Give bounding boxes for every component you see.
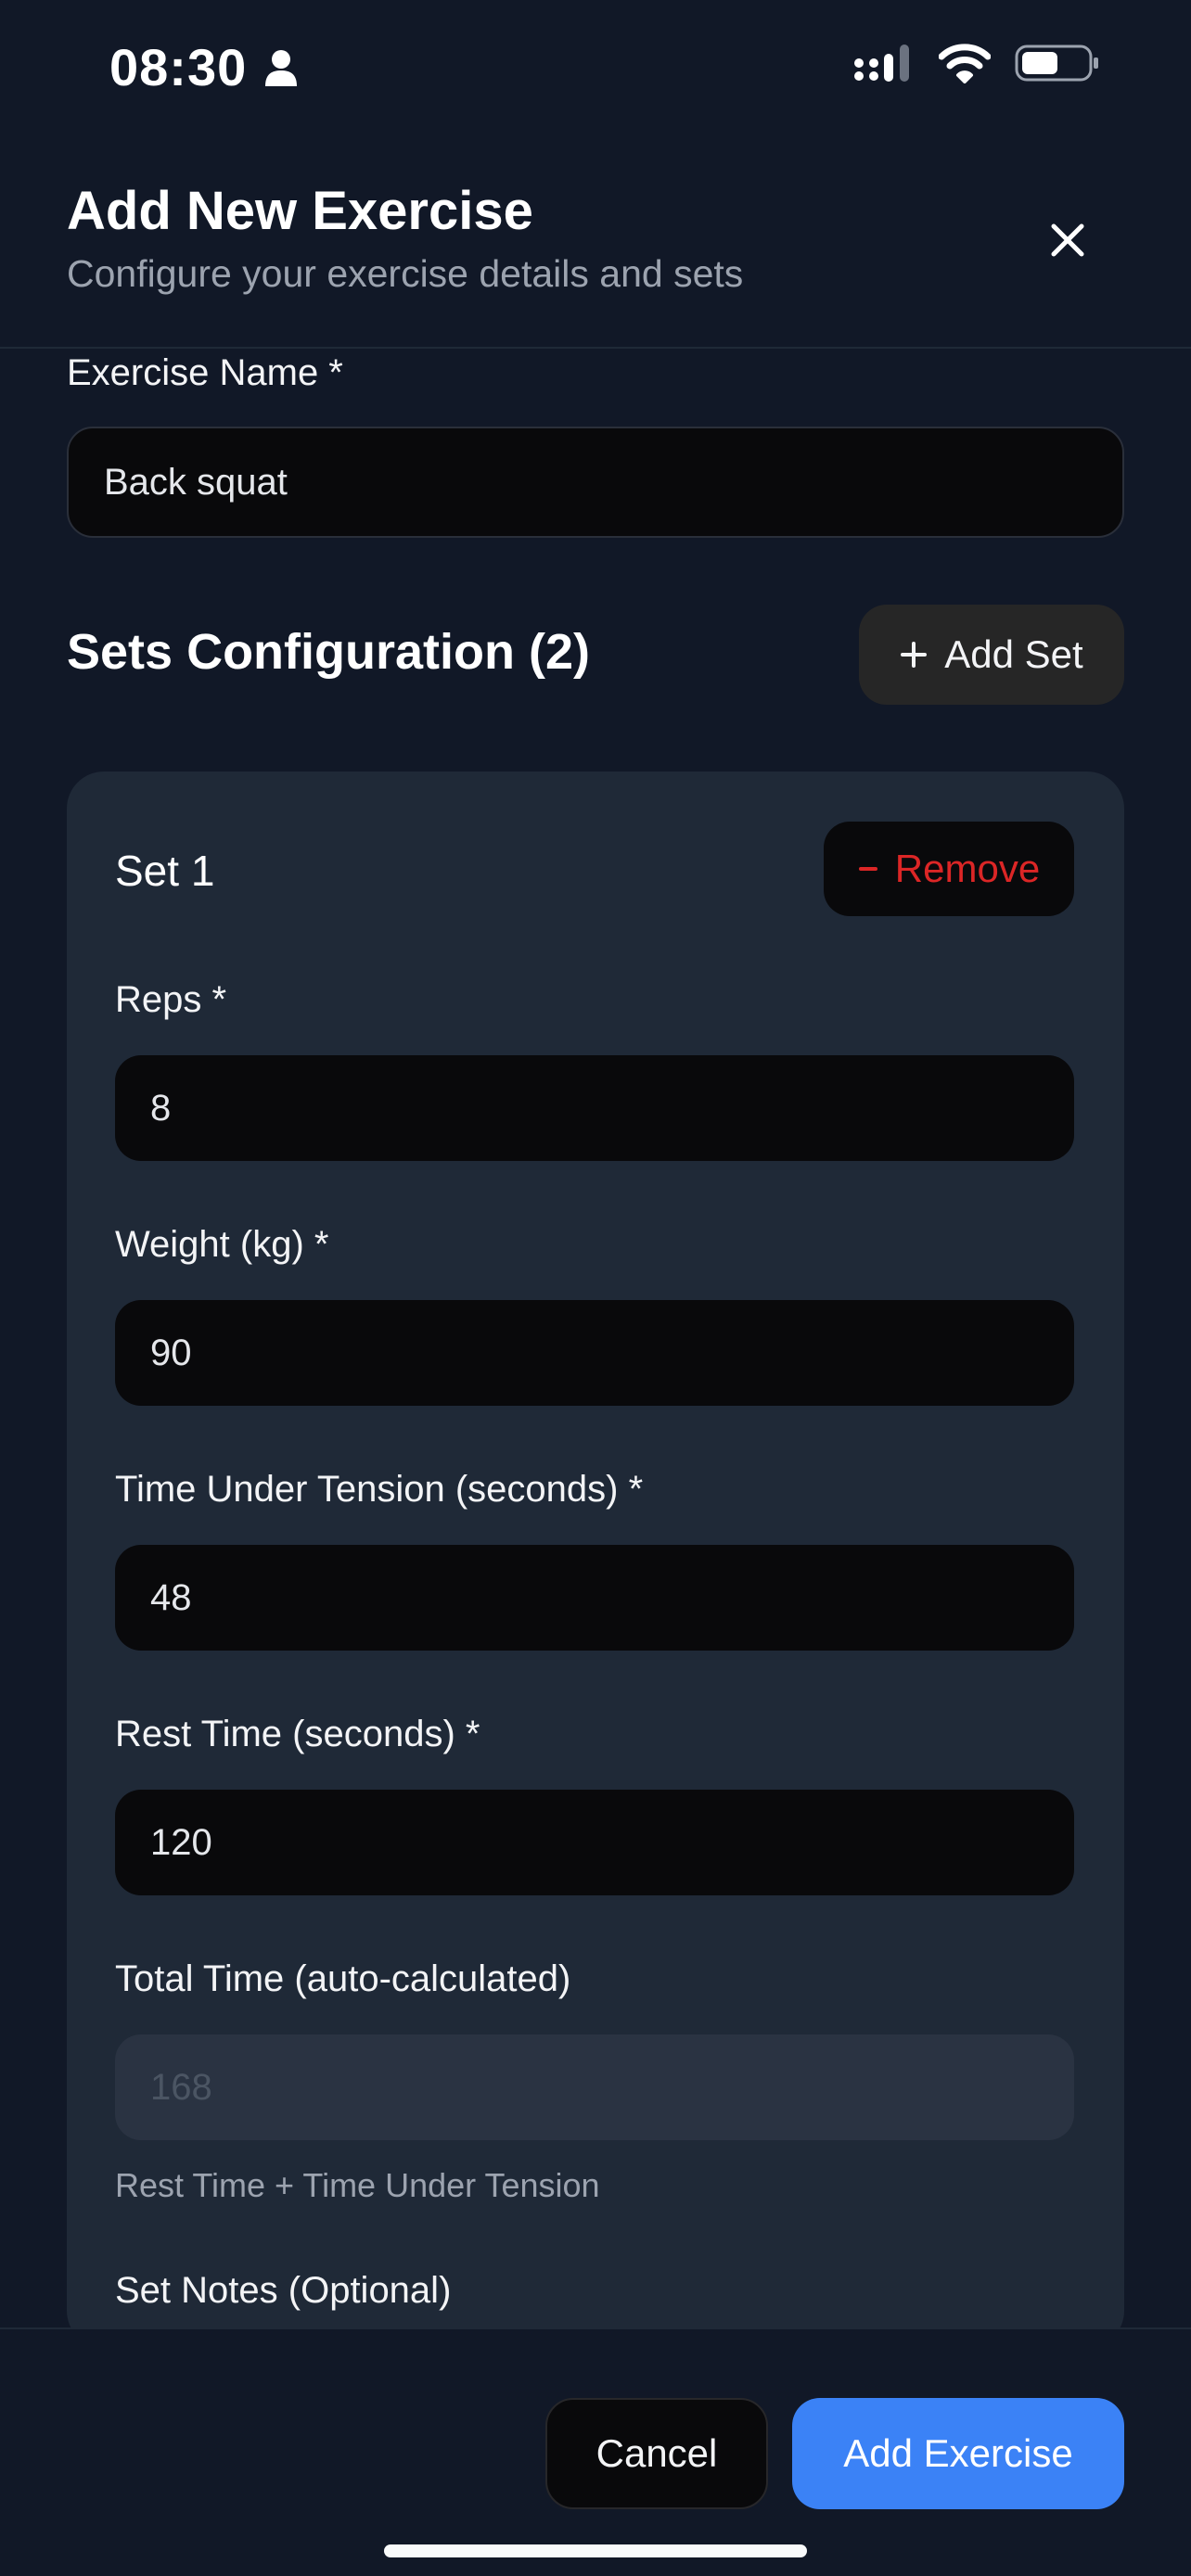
tut-input[interactable]: 48 (115, 1545, 1074, 1651)
clock: 08:30 (109, 38, 248, 96)
rest-label: Rest Time (seconds) * (115, 1714, 480, 1754)
minus-icon (858, 867, 877, 871)
wifi-icon (939, 44, 991, 83)
remove-set-button[interactable]: Remove (824, 822, 1074, 916)
add-set-label: Add Set (944, 632, 1083, 676)
battery-icon (1015, 45, 1098, 82)
reps-input[interactable]: 8 (115, 1055, 1074, 1161)
home-indicator (384, 2544, 807, 2557)
close-icon[interactable] (1044, 217, 1091, 263)
status-time: 08:30 (109, 37, 299, 97)
tut-label: Time Under Tension (seconds) * (115, 1469, 644, 1510)
weight-label: Weight (kg) * (115, 1224, 329, 1265)
modal-title: Add New Exercise (67, 181, 533, 241)
total-label: Total Time (auto-calculated) (115, 1958, 571, 1999)
total-time-field: 168 (115, 2034, 1074, 2140)
plus-icon (901, 642, 928, 668)
cancel-button[interactable]: Cancel (545, 2398, 768, 2509)
modal-header: Add New Exercise Configure your exercise… (0, 139, 1191, 349)
modal-footer: Cancel Add Exercise (0, 2327, 1191, 2576)
rest-input[interactable]: 120 (115, 1790, 1074, 1895)
modal-subtitle: Configure your exercise details and sets (67, 252, 744, 295)
person-icon (265, 49, 298, 86)
signal-icon (854, 45, 909, 82)
sets-section-title: Sets Configuration (2) (67, 624, 590, 680)
total-hint: Rest Time + Time Under Tension (115, 2166, 600, 2204)
set-notes-label: Set Notes (Optional) (115, 2270, 452, 2311)
remove-label: Remove (894, 847, 1041, 890)
exercise-name-input[interactable]: Back squat (67, 427, 1124, 538)
set-title: Set 1 (115, 847, 215, 895)
add-set-button[interactable]: Add Set (859, 605, 1124, 705)
exercise-name-label: Exercise Name * (67, 352, 343, 393)
add-exercise-button[interactable]: Add Exercise (792, 2398, 1124, 2509)
status-bar: 08:30 (0, 0, 1191, 139)
reps-label: Reps * (115, 979, 227, 1020)
weight-input[interactable]: 90 (115, 1300, 1074, 1406)
status-icons (853, 43, 1100, 83)
